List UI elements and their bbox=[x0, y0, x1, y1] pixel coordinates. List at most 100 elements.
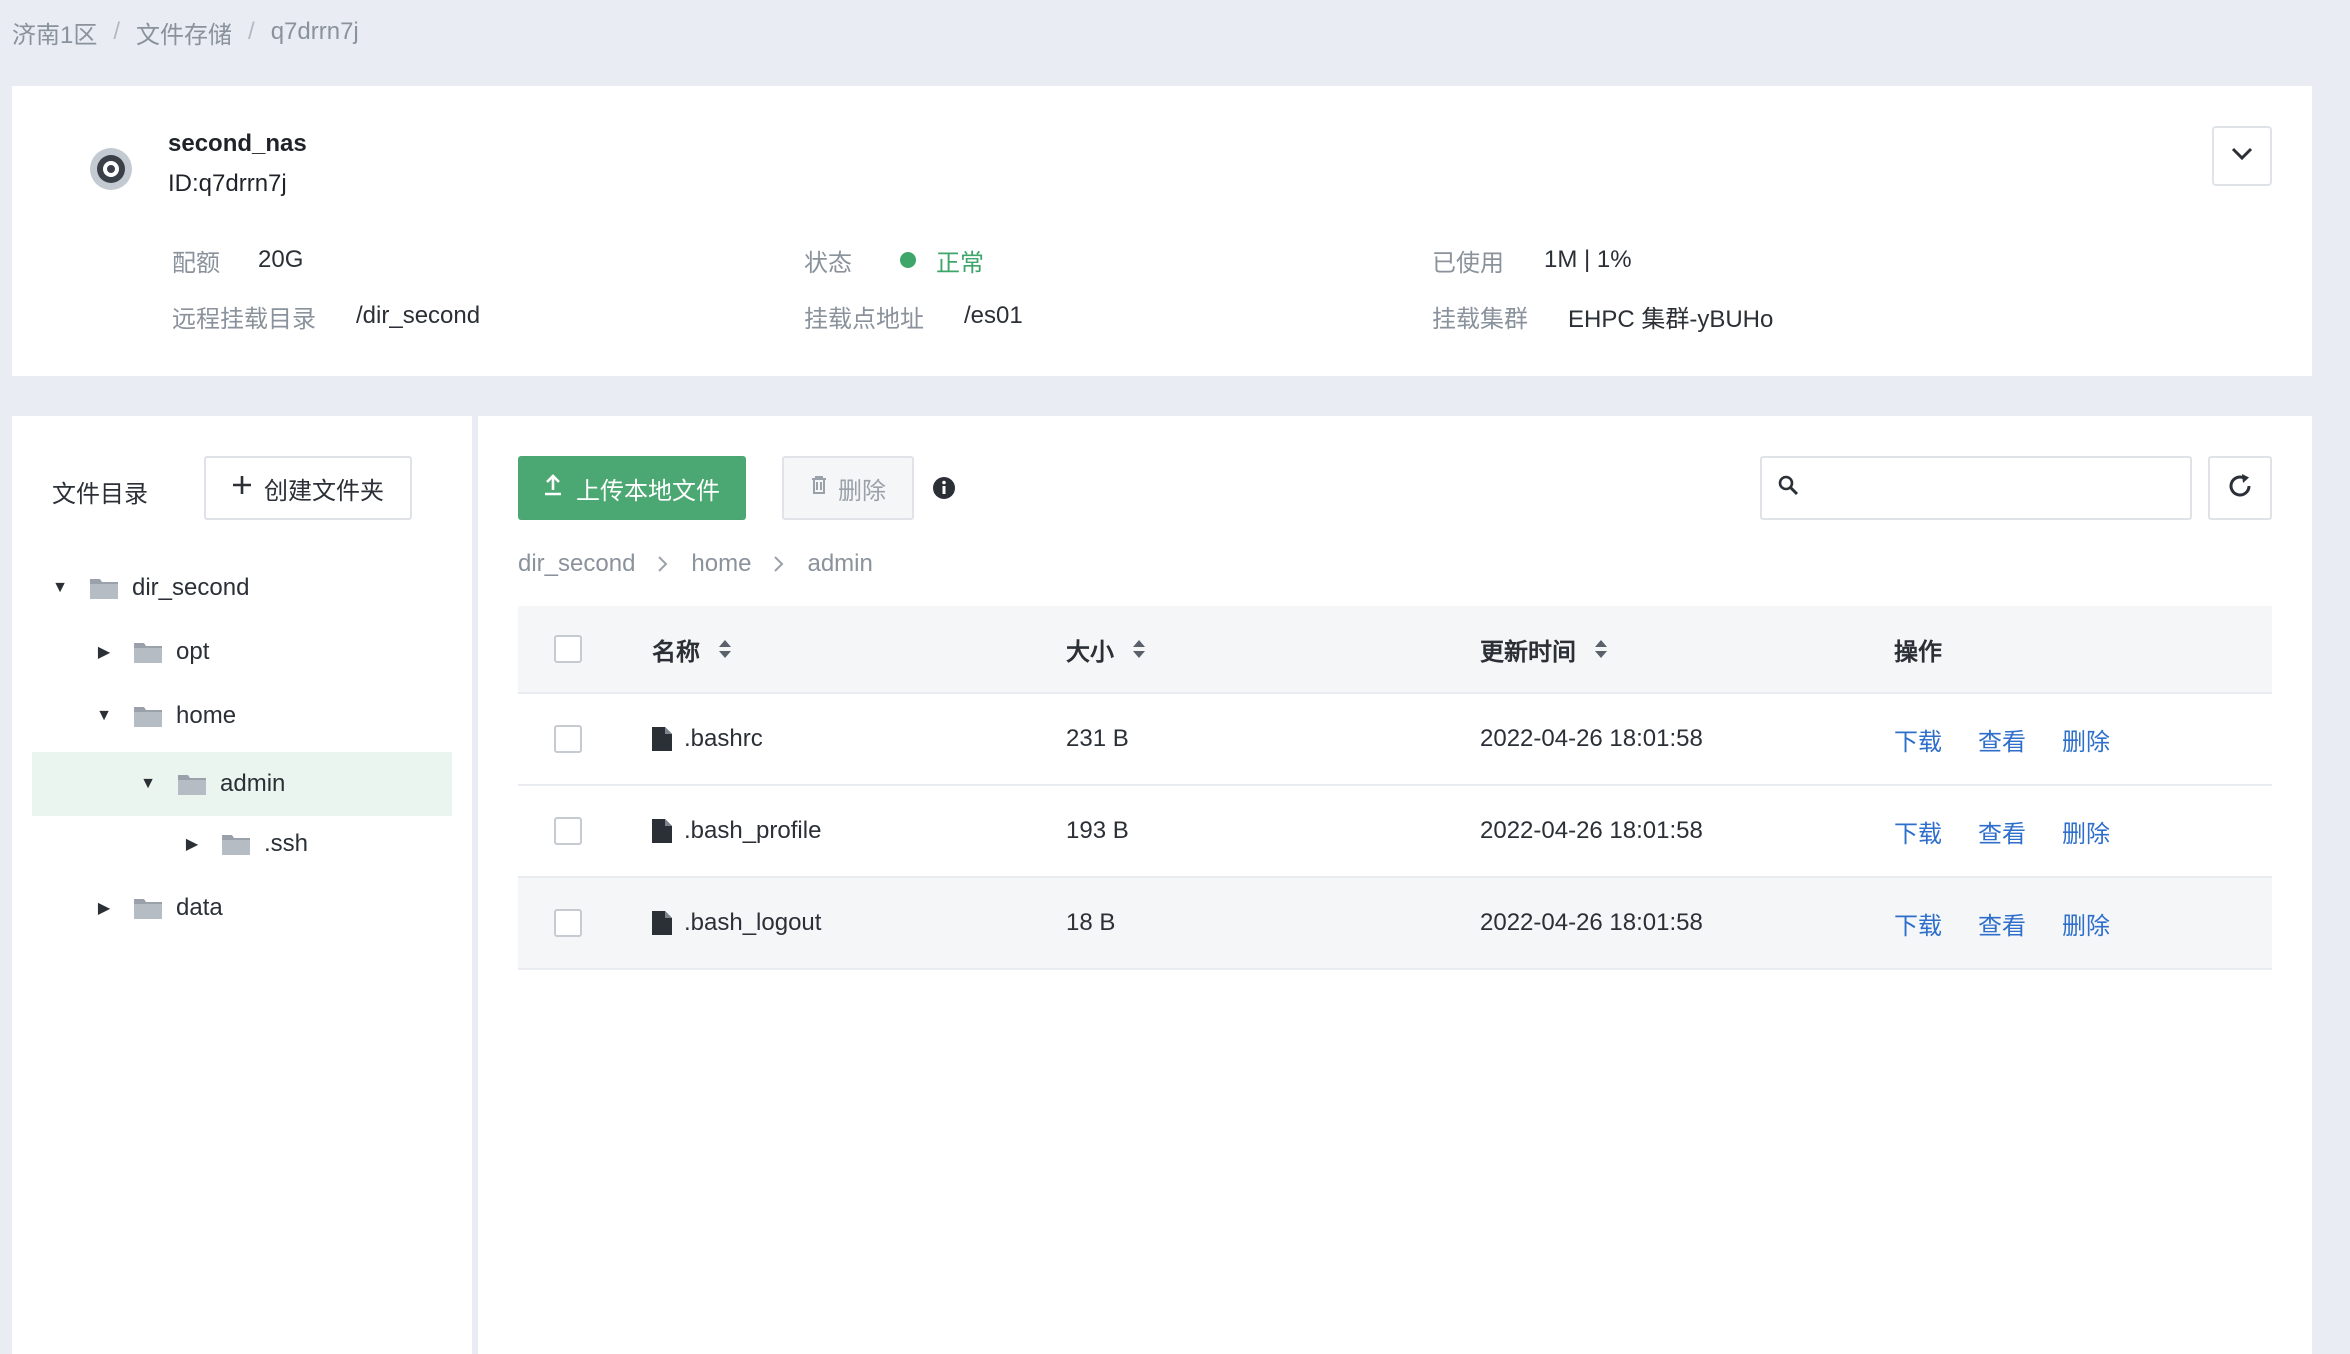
download-link[interactable]: 下载 bbox=[1894, 814, 1942, 849]
column-name[interactable]: 名称 bbox=[652, 632, 1066, 667]
row-checkbox[interactable] bbox=[554, 725, 582, 753]
path-item-root[interactable]: dir_second bbox=[518, 550, 635, 578]
tree-node-dir-second[interactable]: ▼ dir_second bbox=[50, 556, 470, 620]
search-input[interactable] bbox=[1812, 474, 2172, 502]
disk-icon bbox=[78, 136, 144, 202]
file-name: .bash_profile bbox=[684, 817, 822, 844]
file-icon bbox=[652, 819, 674, 843]
breadcrumb-item-current: q7drrn7j bbox=[270, 18, 359, 45]
column-size[interactable]: 大小 bbox=[1066, 632, 1480, 667]
tree-node-label: opt bbox=[176, 638, 210, 665]
field-value: /es01 bbox=[964, 302, 1023, 329]
search-box[interactable] bbox=[1760, 456, 2192, 520]
field-mount-point: 挂载点地址 /es01 bbox=[804, 296, 1023, 336]
caret-down-icon[interactable]: ▼ bbox=[50, 579, 70, 597]
field-label: 挂载集群 bbox=[1432, 305, 1528, 333]
download-link[interactable]: 下载 bbox=[1894, 722, 1942, 757]
plus-icon bbox=[232, 474, 252, 502]
file-updated-time: 2022-04-26 18:01:58 bbox=[1480, 725, 1703, 752]
path-item-home[interactable]: home bbox=[691, 550, 751, 578]
breadcrumb: 济南1区 / 文件存储 / q7drrn7j bbox=[12, 12, 359, 52]
file-list-panel: 上传本地文件 删除 dir_second home admin 名称 大小 更新… bbox=[478, 416, 2312, 1354]
download-link[interactable]: 下载 bbox=[1894, 906, 1942, 941]
directory-panel: 文件目录 创建文件夹 ▼ dir_second ▶ opt ▼ home ▼ a… bbox=[12, 416, 472, 1354]
delete-link[interactable]: 删除 bbox=[2062, 906, 2110, 941]
upload-local-file-button[interactable]: 上传本地文件 bbox=[518, 456, 746, 520]
field-label: 状态 bbox=[804, 249, 852, 277]
tree-node-data[interactable]: ▶ data bbox=[94, 876, 464, 940]
breadcrumb-separator: / bbox=[248, 18, 255, 45]
field-label: 已使用 bbox=[1432, 249, 1504, 277]
row-checkbox[interactable] bbox=[554, 909, 582, 937]
file-size: 18 B bbox=[1066, 909, 1116, 936]
tree-node-ssh[interactable]: ▶ .ssh bbox=[182, 812, 462, 876]
file-name: .bash_logout bbox=[684, 909, 822, 936]
chevron-right-icon bbox=[773, 555, 785, 573]
field-status: 状态 正常 bbox=[804, 240, 984, 280]
upload-icon bbox=[544, 473, 562, 503]
refresh-button[interactable] bbox=[2208, 456, 2272, 520]
tree-node-opt[interactable]: ▶ opt bbox=[94, 620, 464, 684]
column-header-label: 更新时间 bbox=[1480, 638, 1576, 666]
view-link[interactable]: 查看 bbox=[1978, 906, 2026, 941]
column-header-label: 大小 bbox=[1066, 638, 1114, 666]
status-dot-icon bbox=[900, 252, 916, 268]
collapse-button[interactable] bbox=[2212, 126, 2272, 186]
field-quota: 配额 20G bbox=[172, 240, 303, 280]
refresh-icon bbox=[2226, 472, 2254, 505]
delete-link[interactable]: 删除 bbox=[2062, 814, 2110, 849]
status-badge: 正常 bbox=[936, 249, 984, 277]
sort-icon[interactable] bbox=[1132, 639, 1146, 659]
create-folder-button[interactable]: 创建文件夹 bbox=[204, 456, 412, 520]
column-updated-time[interactable]: 更新时间 bbox=[1480, 632, 1894, 667]
table-row[interactable]: .bashrc 231 B 2022-04-26 18:01:58 下载 查看 … bbox=[518, 694, 2272, 786]
file-size: 231 B bbox=[1066, 725, 1129, 752]
filesystem-info-card: second_nas ID:q7drrn7j 配额 20G 状态 正常 已使用 … bbox=[12, 86, 2312, 376]
field-value: /dir_second bbox=[356, 302, 481, 329]
view-link[interactable]: 查看 bbox=[1978, 722, 2026, 757]
file-table: 名称 大小 更新时间 操作 .bashrc 231 B 2022-04-26 1… bbox=[518, 606, 2272, 970]
caret-right-icon[interactable]: ▶ bbox=[182, 834, 202, 854]
folder-icon bbox=[178, 773, 206, 795]
field-value[interactable]: EHPC 集群-yBUHo bbox=[1568, 299, 1773, 334]
field-used: 已使用 1M | 1% bbox=[1432, 240, 1632, 280]
caret-down-icon[interactable]: ▼ bbox=[94, 707, 114, 725]
tree-node-label: admin bbox=[220, 770, 286, 797]
breadcrumb-item-region[interactable]: 济南1区 bbox=[12, 15, 97, 50]
column-header-label: 操作 bbox=[1894, 638, 1942, 666]
field-remote-dir: 远程挂载目录 /dir_second bbox=[172, 296, 480, 336]
info-icon[interactable] bbox=[932, 476, 956, 500]
chevron-right-icon bbox=[657, 555, 669, 573]
file-updated-time: 2022-04-26 18:01:58 bbox=[1480, 817, 1703, 844]
sort-icon[interactable] bbox=[1594, 639, 1608, 659]
file-icon bbox=[652, 911, 674, 935]
table-header: 名称 大小 更新时间 操作 bbox=[518, 606, 2272, 694]
path-item-current: admin bbox=[807, 550, 873, 577]
tree-node-home[interactable]: ▼ home bbox=[94, 684, 464, 748]
caret-right-icon[interactable]: ▶ bbox=[94, 642, 114, 662]
breadcrumb-separator: / bbox=[113, 18, 121, 45]
sort-icon[interactable] bbox=[718, 639, 732, 659]
caret-right-icon[interactable]: ▶ bbox=[94, 898, 114, 918]
upload-label: 上传本地文件 bbox=[576, 477, 720, 505]
filesystem-name: second_nas bbox=[168, 130, 307, 157]
file-icon bbox=[652, 727, 674, 751]
row-checkbox[interactable] bbox=[554, 817, 582, 845]
search-icon bbox=[1778, 475, 1800, 502]
select-all-checkbox[interactable] bbox=[554, 635, 582, 663]
field-value: 1M | 1% bbox=[1544, 246, 1632, 273]
file-size: 193 B bbox=[1066, 817, 1129, 844]
caret-down-icon[interactable]: ▼ bbox=[138, 775, 158, 793]
tree-node-label: home bbox=[176, 702, 237, 729]
breadcrumb-item-file-storage[interactable]: 文件存储 bbox=[136, 15, 232, 50]
tree-node-admin[interactable]: ▼ admin bbox=[32, 752, 452, 816]
table-row[interactable]: .bash_logout 18 B 2022-04-26 18:01:58 下载… bbox=[518, 878, 2272, 970]
view-link[interactable]: 查看 bbox=[1978, 814, 2026, 849]
trash-icon bbox=[810, 474, 828, 502]
table-row[interactable]: .bash_profile 193 B 2022-04-26 18:01:58 … bbox=[518, 786, 2272, 878]
delete-link[interactable]: 删除 bbox=[2062, 722, 2110, 757]
tree-node-label: .ssh bbox=[264, 830, 309, 857]
delete-button[interactable]: 删除 bbox=[782, 456, 914, 520]
tree-node-label: data bbox=[176, 894, 223, 921]
file-updated-time: 2022-04-26 18:01:58 bbox=[1480, 909, 1703, 936]
